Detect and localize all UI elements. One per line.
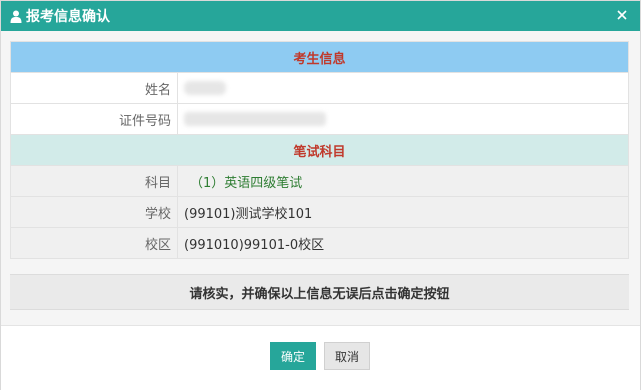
section-header-exam: 笔试科目	[10, 134, 629, 166]
school-label: 学校	[10, 196, 178, 228]
dialog-titlebar: 报考信息确认	[1, 1, 640, 31]
info-table: 考生信息 姓名 证件号码 笔试科目 科目 （1）英语四级笔试 学校 (99101…	[10, 41, 629, 259]
campus-label: 校区	[10, 227, 178, 259]
name-value	[177, 72, 629, 104]
candidate-section-title: 考生信息	[10, 41, 629, 73]
redacted-id	[184, 112, 326, 126]
user-icon	[8, 8, 24, 24]
confirm-button[interactable]: 确定	[270, 342, 316, 370]
close-icon[interactable]	[612, 5, 632, 25]
id-label: 证件号码	[10, 103, 178, 135]
subject-label: 科目	[10, 165, 178, 197]
table-row: 科目 （1）英语四级笔试	[10, 165, 629, 197]
table-row: 证件号码	[10, 103, 629, 135]
exam-section-title: 笔试科目	[10, 134, 629, 166]
exam-confirm-dialog: 报考信息确认 考生信息 姓名 证件号码 笔试科目 科目 （1）英语四级笔试 学校…	[0, 0, 641, 390]
dialog-footer: 确定 取消	[1, 325, 640, 390]
id-value	[177, 103, 629, 135]
dialog-title: 报考信息确认	[26, 9, 110, 25]
table-row: 姓名	[10, 72, 629, 104]
cancel-button[interactable]: 取消	[324, 342, 370, 370]
campus-value: (991010)99101-0校区	[177, 227, 629, 259]
name-label: 姓名	[10, 72, 178, 104]
subject-value: （1）英语四级笔试	[177, 165, 629, 197]
confirm-notice: 请核实，并确保以上信息无误后点击确定按钮	[10, 274, 629, 310]
table-row: 校区 (991010)99101-0校区	[10, 227, 629, 259]
table-row: 学校 (99101)测试学校101	[10, 196, 629, 228]
dialog-body: 考生信息 姓名 证件号码 笔试科目 科目 （1）英语四级笔试 学校 (99101…	[1, 31, 640, 325]
section-header-candidate: 考生信息	[10, 41, 629, 73]
school-value: (99101)测试学校101	[177, 196, 629, 228]
redacted-name	[184, 81, 226, 95]
